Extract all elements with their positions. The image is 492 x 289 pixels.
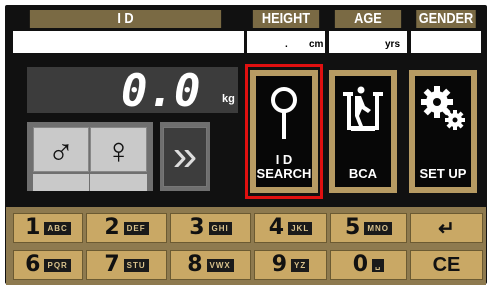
setup-button[interactable]: SET UP <box>409 70 477 193</box>
weight-display: 0.0 <box>27 66 238 117</box>
bca-label: BCA <box>348 166 378 181</box>
bca-scale-icon <box>343 86 383 131</box>
key-3[interactable]: 3 GHI <box>170 213 251 243</box>
clear-key[interactable]: CE <box>410 250 483 280</box>
next-button[interactable]: » <box>163 127 207 187</box>
height-header: HEIGHT <box>252 10 320 28</box>
id-field[interactable] <box>13 31 244 53</box>
age-unit: yrs <box>385 39 401 50</box>
setup-face: SET UP <box>415 76 471 187</box>
female-indicator <box>90 174 147 191</box>
key-1[interactable]: 1 ABC <box>13 213 83 243</box>
key-letters: GHI <box>208 221 232 235</box>
key-8[interactable]: 8 VWX <box>170 250 251 280</box>
bca-button[interactable]: BCA <box>329 70 397 193</box>
key-letters: DEF <box>123 221 149 235</box>
weight-unit: kg <box>222 93 235 105</box>
height-field[interactable]: . cm <box>247 31 325 53</box>
key-digit: 2 <box>104 215 120 240</box>
enter-icon: ↵ <box>438 217 455 240</box>
selected-highlight <box>245 64 323 199</box>
key-letters: JKL <box>288 221 313 235</box>
key-7[interactable]: 7 STU <box>86 250 167 280</box>
key-letters: YZ <box>291 258 310 272</box>
key-digit: 5 <box>345 215 361 240</box>
key-digit: 1 <box>25 215 41 240</box>
key-letters: MNO <box>364 221 392 235</box>
key-letters: ABC <box>44 221 71 235</box>
key-digit: 4 <box>268 215 285 240</box>
key-digit: 0 <box>352 252 369 277</box>
setup-label: SET UP <box>419 166 467 181</box>
key-4[interactable]: 4 JKL <box>254 213 327 243</box>
key-digit: 6 <box>25 252 41 277</box>
id-header: I D <box>29 10 222 28</box>
key-9[interactable]: 9 YZ <box>254 250 327 280</box>
key-0[interactable]: 0 ␣ <box>330 250 407 280</box>
gears-icon <box>421 86 465 130</box>
male-indicator <box>33 174 89 191</box>
weight-value: 0.0 <box>121 66 201 117</box>
key-letters: PQR <box>44 258 71 272</box>
enter-key[interactable]: ↵ <box>410 213 483 243</box>
male-button[interactable]: ♂ <box>33 127 89 172</box>
age-header: AGE <box>334 10 402 28</box>
height-value: . <box>285 39 288 50</box>
age-field[interactable]: yrs <box>329 31 407 53</box>
key-digit: 7 <box>104 252 120 277</box>
key-5[interactable]: 5 MNO <box>330 213 407 243</box>
key-2[interactable]: 2 DEF <box>86 213 167 243</box>
key-letters: STU <box>123 258 149 272</box>
bca-face: BCA <box>335 76 391 187</box>
height-unit: cm <box>309 39 324 50</box>
key-6[interactable]: 6 PQR <box>13 250 83 280</box>
gender-field[interactable] <box>411 31 481 53</box>
female-button[interactable]: ♀ <box>90 127 147 172</box>
key-digit: 8 <box>187 252 203 277</box>
key-digit: 3 <box>189 215 205 240</box>
clear-label: CE <box>432 253 461 276</box>
gender-header: GENDER <box>416 10 476 28</box>
key-letters: VWX <box>206 258 234 272</box>
key-digit: 9 <box>271 252 288 277</box>
space-icon: ␣ <box>372 258 385 272</box>
